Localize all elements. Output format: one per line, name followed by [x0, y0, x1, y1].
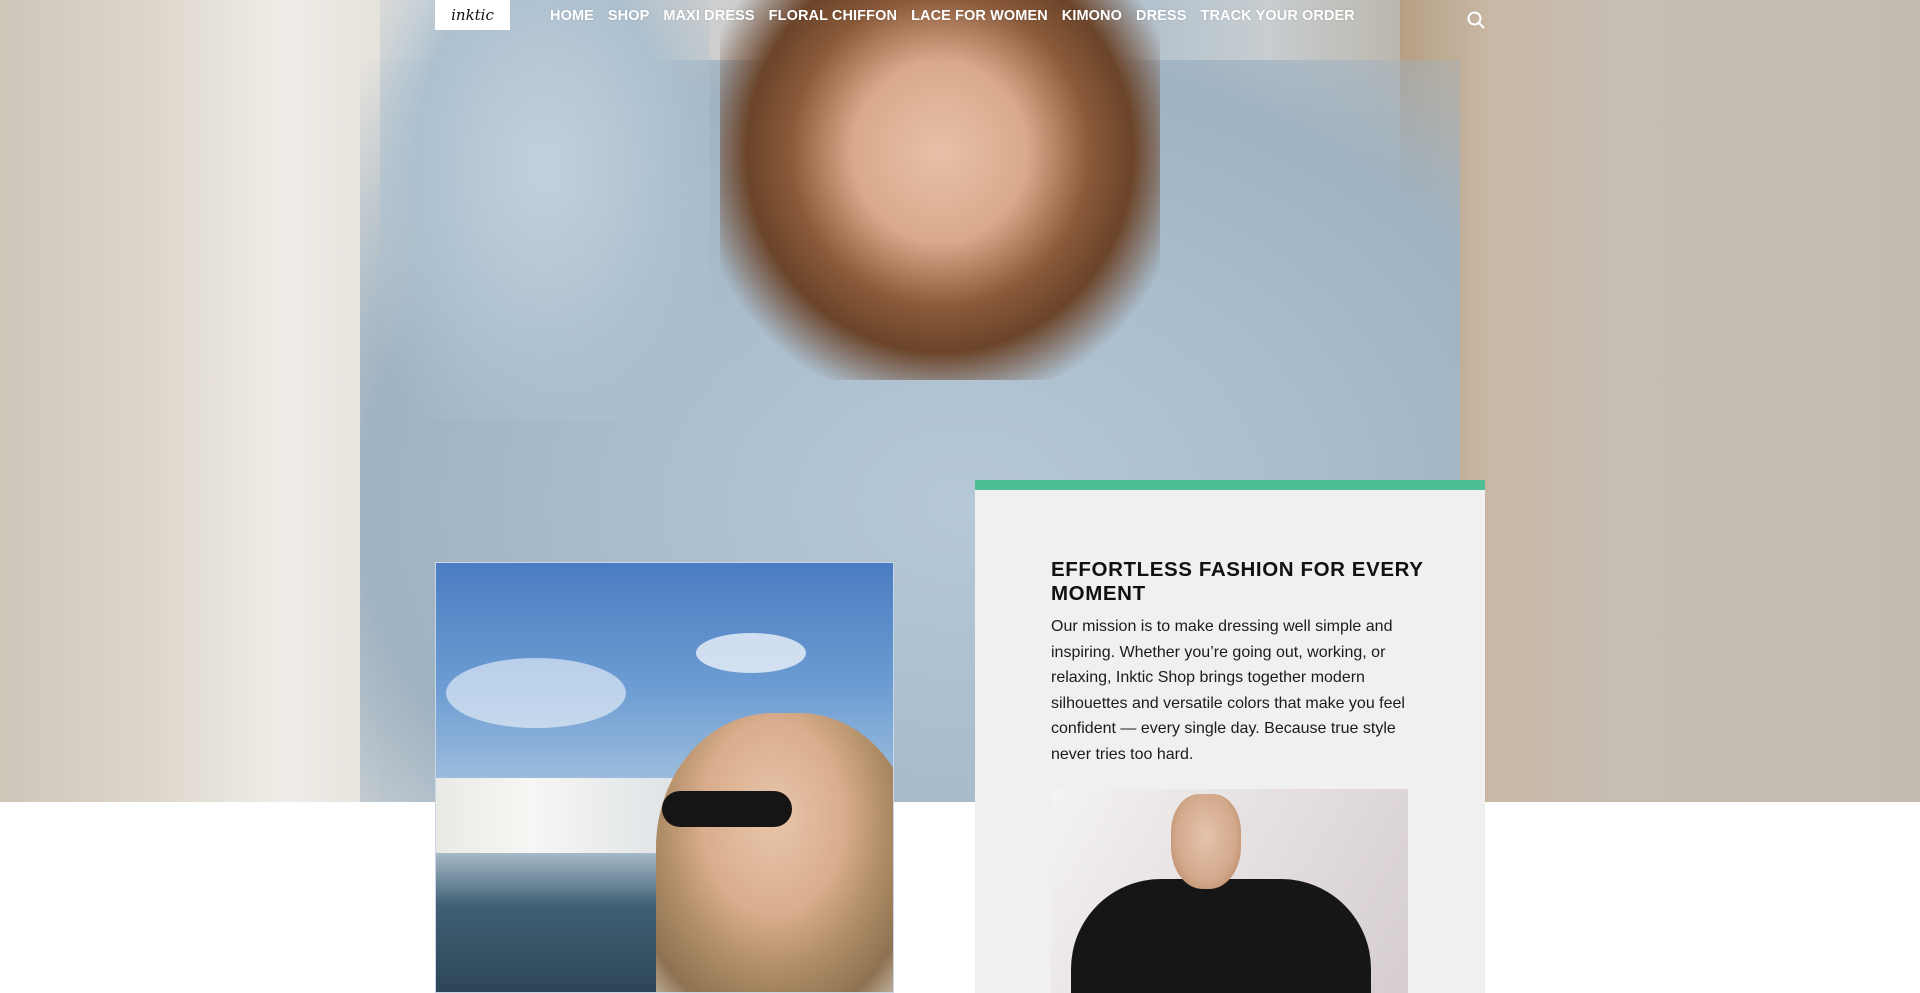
nav-item-shop[interactable]: SHOP	[608, 8, 650, 24]
search-icon[interactable]	[1466, 10, 1486, 30]
nav-item-track-your-order[interactable]: TRACK YOUR ORDER	[1200, 8, 1354, 24]
nav-item-maxi-dress[interactable]: MAXI DRESS	[663, 8, 754, 24]
photo-seaside-houses	[436, 778, 676, 853]
mission-title: EFFORTLESS FASHION FOR EVERY MOMENT	[1051, 558, 1424, 605]
hero-model-face	[720, 0, 1160, 380]
photo-cloud	[696, 633, 806, 673]
photo-black-blouse	[1071, 879, 1371, 993]
lifestyle-photo-sunglasses	[435, 562, 894, 993]
nav-item-dress[interactable]: DRESS	[1136, 8, 1186, 24]
photo-cloud	[446, 658, 626, 728]
nav-item-home[interactable]: HOME	[550, 8, 594, 24]
site-header: inktic HOME SHOP MAXI DRESS FLORAL CHIFF…	[0, 0, 1920, 34]
mission-text: Our mission is to make dressing well sim…	[1051, 618, 1405, 763]
photo-sunglasses	[662, 791, 792, 827]
mission-card: EFFORTLESS FASHION FOR EVERY MOMENT Our …	[975, 480, 1485, 993]
nav-item-kimono[interactable]: KIMONO	[1062, 8, 1122, 24]
product-photo-black-blouse	[1051, 789, 1408, 993]
nav-item-floral-chiffon[interactable]: FLORAL CHIFFON	[769, 8, 897, 24]
hero-banner	[0, 0, 1920, 802]
main-nav: HOME SHOP MAXI DRESS FLORAL CHIFFON LACE…	[550, 8, 1355, 24]
site-logo[interactable]: inktic	[435, 0, 510, 30]
hero-model-arm	[380, 0, 710, 420]
hero-background-wall	[0, 0, 380, 802]
photo-model	[656, 713, 893, 992]
logo-text: inktic	[451, 6, 494, 24]
nav-item-lace-for-women[interactable]: LACE FOR WOMEN	[911, 8, 1048, 24]
photo-model-face	[1171, 794, 1241, 889]
